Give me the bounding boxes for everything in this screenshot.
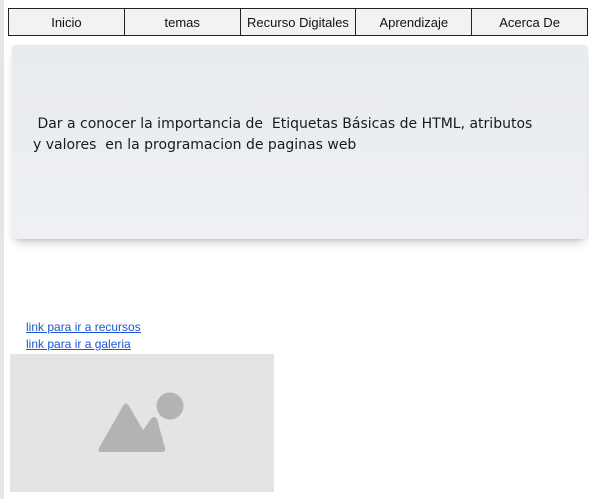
nav-item-aprendizaje[interactable]: Aprendizaje bbox=[355, 8, 473, 36]
banner-text-line-1: Dar a conocer la importancia de Etiqueta… bbox=[33, 116, 533, 132]
link-gallery[interactable]: link para ir a galeria bbox=[26, 337, 131, 351]
left-border bbox=[0, 0, 4, 499]
nav-item-acerca-de[interactable]: Acerca De bbox=[471, 8, 588, 36]
nav-item-inicio[interactable]: Inicio bbox=[8, 8, 125, 36]
nav-item-recurso-digitales[interactable]: Recurso Digitales bbox=[239, 8, 357, 36]
nav-item-temas[interactable]: temas bbox=[123, 8, 241, 36]
image-placeholder-icon bbox=[98, 392, 184, 452]
banner-text-line-2: y valores en la programacion de paginas … bbox=[33, 137, 357, 153]
main-nav: Inicio temas Recurso Digitales Aprendiza… bbox=[8, 8, 588, 36]
intro-banner: Dar a conocer la importancia de Etiqueta… bbox=[12, 45, 587, 239]
link-resources[interactable]: link para ir a recursos bbox=[26, 320, 141, 334]
image-placeholder bbox=[10, 354, 274, 492]
banner-text: Dar a conocer la importancia de Etiqueta… bbox=[33, 114, 533, 156]
